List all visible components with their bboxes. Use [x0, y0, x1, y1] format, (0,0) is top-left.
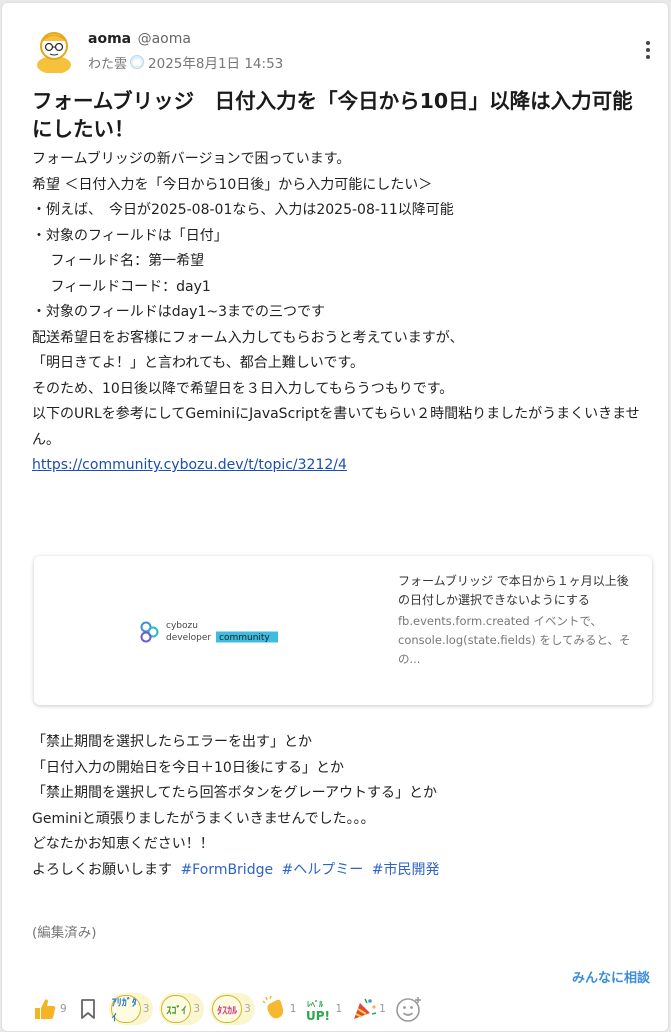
party-popper-icon	[354, 998, 377, 1019]
post-date: 2025年8月1日 14:53	[148, 56, 284, 72]
author-handle: @aoma	[137, 31, 191, 47]
body-line: 「禁止期間を選択してたら回答ボタンをグレーアウトする」とか	[32, 785, 438, 801]
arigatai-stamp-icon: ｱﾘｶﾞﾀｲ	[110, 995, 141, 1024]
post-title: フォームブリッジ 日付入力を「今日から10日」以降は入力可能にしたい！	[32, 89, 633, 141]
reaction-clap[interactable]: 1	[261, 993, 297, 1025]
stamp-count: 3	[244, 1003, 251, 1015]
bookmark-button[interactable]	[77, 993, 99, 1025]
author-name[interactable]: aoma	[88, 31, 131, 47]
svg-text:UP!: UP!	[306, 1009, 330, 1023]
stamp-count: 3	[142, 1003, 150, 1015]
post-card: aoma @aoma わた雲 2025年8月1日 14:53 フォームブリッジ …	[1, 2, 669, 1032]
body-line: ・例えば、 今日が2025-08-01なら、入力は2025-08-11以降可能	[32, 202, 454, 218]
tag-help-me[interactable]: #ヘルプミー	[282, 862, 364, 878]
link-preview-card[interactable]: cybozu developer community フォームブリッジ で本日か…	[34, 556, 652, 705]
sugoi-stamp-icon: ｽｺﾞｲ	[161, 995, 192, 1023]
stamp-count: 3	[193, 1003, 201, 1015]
thumbs-up-icon	[35, 999, 56, 1019]
body-line: 配送希望日をお客様にフォーム入力してもらおうと考えていますが、	[32, 329, 464, 346]
stamp-arigatai[interactable]: ｱﾘｶﾞﾀｲ 3	[108, 993, 154, 1025]
preview-description: fb.events.form.created イベントで、console.log…	[398, 614, 631, 666]
post-body-continued: 「禁止期間を選択したらエラーを出す」とか 「日付入力の開始日を今日＋10日後にす…	[32, 730, 657, 883]
tag-citizen-dev[interactable]: #市民開発	[372, 862, 440, 878]
svg-text:ﾚﾍﾞﾙ: ﾚﾍﾞﾙ	[307, 999, 324, 1009]
body-line: フォームブリッジの新バージョンで困っています。	[32, 151, 351, 167]
body-line: 「日付入力の開始日を今日＋10日後にする」とか	[32, 759, 344, 776]
like-button[interactable]: 9	[32, 993, 67, 1025]
body-line: ・対象のフィールドはday1~3までの三つです	[32, 304, 326, 320]
body-line: Geminiと頑張りましたがうまくいきませんでした。。。	[32, 810, 375, 827]
logo-text-bottom: developer	[166, 633, 211, 643]
more-menu-icon[interactable]	[644, 41, 652, 61]
reaction-level-up[interactable]: ﾚﾍﾞﾙ UP! 1	[304, 993, 342, 1025]
reaction-party[interactable]: 1	[350, 993, 386, 1025]
party-count: 1	[379, 1003, 386, 1015]
body-line: ・対象のフィールドは「日付」	[32, 227, 228, 244]
body-line: 「禁止期間を選択したらエラーを出す」とか	[32, 734, 312, 750]
body-line: フィールド名：第一希望	[32, 253, 205, 269]
body-line: 以下のURLを参考にしてGeminiにJavaScriptを書いてもらい２時間粘…	[32, 406, 640, 448]
preview-title[interactable]: フォームブリッジ で本日から１ヶ月以上後の日付しか選択できないようにする	[398, 572, 638, 610]
level-up-icon: ﾚﾍﾞﾙ UP!	[306, 999, 330, 1023]
like-count: 9	[60, 1003, 67, 1015]
author-line: aoma @aoma	[88, 31, 191, 47]
consult-everyone-button[interactable]: みんなに相談	[572, 967, 650, 986]
cloud-icon	[130, 55, 145, 69]
body-line: 「明日きてよ！」と言われても、都合上難しいです。	[32, 355, 364, 371]
post-meta: わた雲 2025年8月1日 14:53	[88, 52, 283, 72]
logo-text-top: cybozu	[166, 621, 198, 631]
bookmark-icon	[80, 999, 95, 1019]
stamp-sugoi[interactable]: ｽｺﾞｲ 3	[159, 993, 205, 1025]
avatar[interactable]	[34, 27, 74, 73]
cybozu-developer-community-logo: cybozu developer community	[140, 621, 278, 643]
reaction-bar: 9 ｱﾘｶﾞﾀｲ 3 ｽｺﾞｲ 3 ﾀｽｶﾙ 3 1 ﾚﾍﾞﾙ UP! 1 1	[32, 993, 424, 1025]
clap-icon	[262, 995, 283, 1019]
closing-text: よろしくお願いします	[32, 861, 172, 878]
body-line: 希望 ＜日付入力を「今日から10日後」から入力可能にしたい＞	[32, 176, 433, 193]
edited-label: (編集済み)	[32, 925, 97, 941]
author-role: わた雲	[88, 56, 128, 72]
logo-badge-text: community	[219, 633, 270, 643]
post-body: フォームブリッジの新バージョンで困っています。 希望 ＜日付入力を「今日から10…	[32, 147, 657, 479]
body-line: フィールドコード：day1	[32, 278, 211, 295]
stamp-tasukaru[interactable]: ﾀｽｶﾙ 3	[210, 993, 255, 1025]
reference-link[interactable]: https://community.cybozu.dev/t/topic/321…	[32, 457, 347, 473]
body-line: どなたかお知恵ください！！	[32, 836, 214, 852]
add-reaction-icon[interactable]	[394, 994, 424, 1024]
tag-formbridge[interactable]: #FormBridge	[180, 862, 273, 878]
tasukaru-stamp-icon: ﾀｽｶﾙ	[212, 995, 243, 1023]
body-line: そのため、10日後以降で希望日を３日入力してもらうつもりです。	[32, 380, 454, 397]
level-up-count: 1	[335, 1003, 343, 1015]
clap-count: 1	[289, 1003, 297, 1015]
